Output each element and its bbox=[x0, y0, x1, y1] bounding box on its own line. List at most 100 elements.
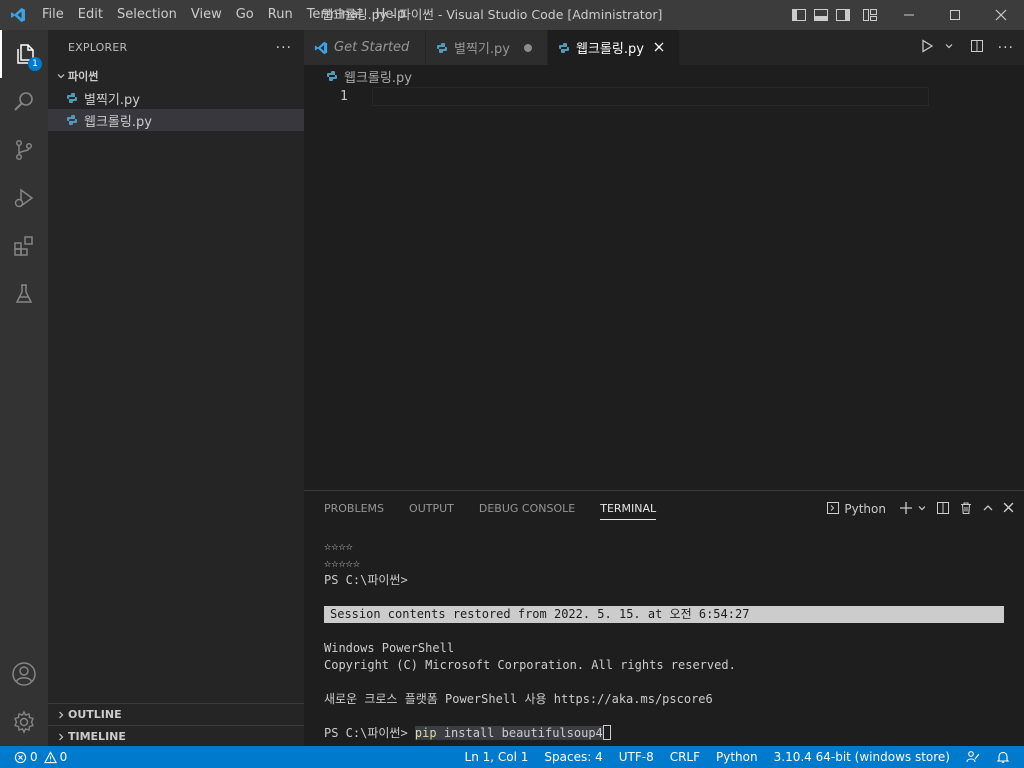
title-bar: File Edit Selection View Go Run Terminal… bbox=[0, 0, 1024, 30]
problems-status[interactable]: 0 0 bbox=[6, 746, 75, 768]
current-line-highlight[interactable] bbox=[372, 87, 929, 106]
close-window-icon[interactable] bbox=[978, 0, 1024, 30]
python-file-icon bbox=[324, 68, 340, 84]
more-actions-icon[interactable]: ··· bbox=[998, 40, 1014, 56]
menu-run[interactable]: Run bbox=[261, 0, 300, 30]
terminal-cursor bbox=[602, 725, 611, 740]
breadcrumb-file[interactable]: 웹크롤링.py bbox=[344, 67, 412, 86]
chevron-right-icon bbox=[54, 732, 68, 742]
menu-help[interactable]: Help bbox=[369, 0, 413, 30]
tab-crawling-file[interactable]: 웹크롤링.py bbox=[548, 30, 680, 65]
maximize-panel-chevron-up-icon[interactable] bbox=[982, 502, 994, 517]
source-control-icon[interactable] bbox=[0, 126, 48, 174]
indentation[interactable]: Spaces: 4 bbox=[536, 746, 610, 768]
line-ending[interactable]: CRLF bbox=[662, 746, 708, 768]
error-count: 0 bbox=[30, 750, 38, 764]
split-editor-icon[interactable] bbox=[970, 39, 984, 57]
tab-get-started[interactable]: Get Started bbox=[304, 30, 426, 65]
warning-icon bbox=[43, 750, 57, 763]
language-mode[interactable]: Python bbox=[708, 746, 766, 768]
feedback-icon[interactable] bbox=[958, 746, 988, 768]
bottom-panel: PROBLEMS OUTPUT DEBUG CONSOLE TERMINAL P… bbox=[304, 490, 1024, 746]
maximize-icon[interactable] bbox=[932, 0, 978, 30]
menu-edit[interactable]: Edit bbox=[71, 0, 110, 30]
tab-terminal-label: TERMINAL bbox=[600, 502, 657, 520]
terminal-line: ☆☆☆☆ bbox=[324, 539, 353, 553]
encoding[interactable]: UTF-8 bbox=[611, 746, 662, 768]
more-actions-icon[interactable]: ··· bbox=[276, 40, 292, 56]
activity-bar: 1 bbox=[0, 30, 48, 746]
terminal-line: Copyright (C) Microsoft Corporation. All… bbox=[324, 658, 736, 672]
explorer-badge: 1 bbox=[28, 57, 42, 71]
menu-file[interactable]: File bbox=[35, 0, 71, 30]
code-editor[interactable]: 1 bbox=[304, 87, 1024, 490]
chevron-right-icon bbox=[54, 710, 68, 720]
toggle-panel-icon[interactable] bbox=[810, 0, 832, 30]
tab-debug-console[interactable]: DEBUG CONSOLE bbox=[471, 491, 583, 527]
tab-label: 웹크롤링.py bbox=[576, 42, 644, 57]
notifications-bell-icon[interactable] bbox=[988, 746, 1018, 768]
accounts-icon[interactable] bbox=[0, 650, 48, 698]
tab-problems[interactable]: PROBLEMS bbox=[316, 491, 392, 527]
folder-name: 파이썬 bbox=[68, 70, 99, 83]
menu-go[interactable]: Go bbox=[229, 0, 261, 30]
testing-icon[interactable] bbox=[0, 270, 48, 318]
explorer-icon[interactable]: 1 bbox=[0, 30, 48, 78]
terminal-output[interactable]: ☆☆☆☆ ☆☆☆☆☆ PS C:\파이썬> Session contents r… bbox=[324, 538, 1004, 742]
timeline-section[interactable]: TIMELINE bbox=[48, 725, 304, 747]
tab-label: 별찍기.py bbox=[454, 42, 510, 57]
minimize-icon[interactable] bbox=[886, 0, 932, 30]
python-interpreter[interactable]: 3.10.4 64-bit (windows store) bbox=[766, 746, 958, 768]
terminal-prompt-line: PS C:\파이썬> pip install beautifulsoup4 bbox=[324, 725, 1004, 742]
line-number: 1 bbox=[340, 89, 348, 104]
manage-gear-icon[interactable] bbox=[0, 698, 48, 746]
toggle-secondary-sidebar-icon[interactable] bbox=[832, 0, 854, 30]
toggle-sidebar-icon[interactable] bbox=[788, 0, 810, 30]
extensions-icon[interactable] bbox=[0, 222, 48, 270]
run-debug-icon[interactable] bbox=[0, 174, 48, 222]
menu-terminal[interactable]: Terminal bbox=[300, 0, 369, 30]
file-item-crawling[interactable]: 웹크롤링.py bbox=[48, 109, 304, 131]
python-file-icon bbox=[558, 42, 570, 54]
search-icon[interactable] bbox=[0, 78, 48, 126]
terminal-line: PS C:\파이썬> bbox=[324, 573, 408, 587]
tab-output[interactable]: OUTPUT bbox=[401, 491, 462, 527]
new-terminal-plus-icon[interactable] bbox=[899, 501, 913, 518]
file-name: 웹크롤링.py bbox=[84, 114, 152, 130]
close-panel-icon[interactable] bbox=[1003, 502, 1014, 516]
menu-view[interactable]: View bbox=[184, 0, 229, 30]
python-file-icon bbox=[436, 42, 448, 54]
vscode-logo-icon bbox=[314, 41, 328, 55]
chevron-down-icon bbox=[54, 71, 68, 81]
menu-selection[interactable]: Selection bbox=[110, 0, 184, 30]
run-python-file-icon[interactable] bbox=[920, 38, 934, 57]
explorer-sidebar: EXPLORER ··· 파이썬 별찍기.py 웹크롤링.py OUTLINE … bbox=[48, 30, 304, 746]
tab-label: Get Started bbox=[334, 40, 410, 55]
terminal-shell-name[interactable]: Python bbox=[844, 502, 886, 516]
tab-terminal[interactable]: TERMINAL bbox=[592, 491, 664, 527]
unsaved-dot-icon[interactable] bbox=[523, 43, 532, 52]
file-item-star[interactable]: 별찍기.py bbox=[48, 87, 304, 109]
status-bar: 0 0 Ln 1, Col 1 Spaces: 4 UTF-8 CRLF Pyt… bbox=[0, 746, 1024, 768]
run-options-chevron-icon[interactable] bbox=[944, 40, 954, 55]
tab-star-file[interactable]: 별찍기.py bbox=[426, 30, 548, 65]
split-terminal-icon[interactable] bbox=[936, 501, 950, 518]
terminal-shell-icon bbox=[826, 501, 840, 518]
folder-row[interactable]: 파이썬 bbox=[48, 65, 304, 87]
customize-layout-icon[interactable] bbox=[854, 0, 886, 30]
terminal-command: pip bbox=[414, 726, 437, 740]
cursor-position[interactable]: Ln 1, Col 1 bbox=[457, 746, 537, 768]
editor-tab-bar: Get Started 별찍기.py 웹크롤링.py ··· bbox=[304, 30, 1024, 65]
trash-icon[interactable] bbox=[959, 501, 973, 518]
explorer-header: EXPLORER ··· bbox=[48, 30, 304, 65]
warning-count: 0 bbox=[59, 750, 68, 764]
close-tab-icon[interactable] bbox=[654, 40, 664, 56]
terminal-options-chevron-icon[interactable] bbox=[917, 502, 927, 516]
terminal-prompt: PS C:\파이썬> bbox=[324, 726, 415, 740]
error-icon bbox=[14, 751, 27, 763]
terminal-command-args: install beautifulsoup4 bbox=[436, 726, 603, 740]
outline-section[interactable]: OUTLINE bbox=[48, 703, 304, 725]
